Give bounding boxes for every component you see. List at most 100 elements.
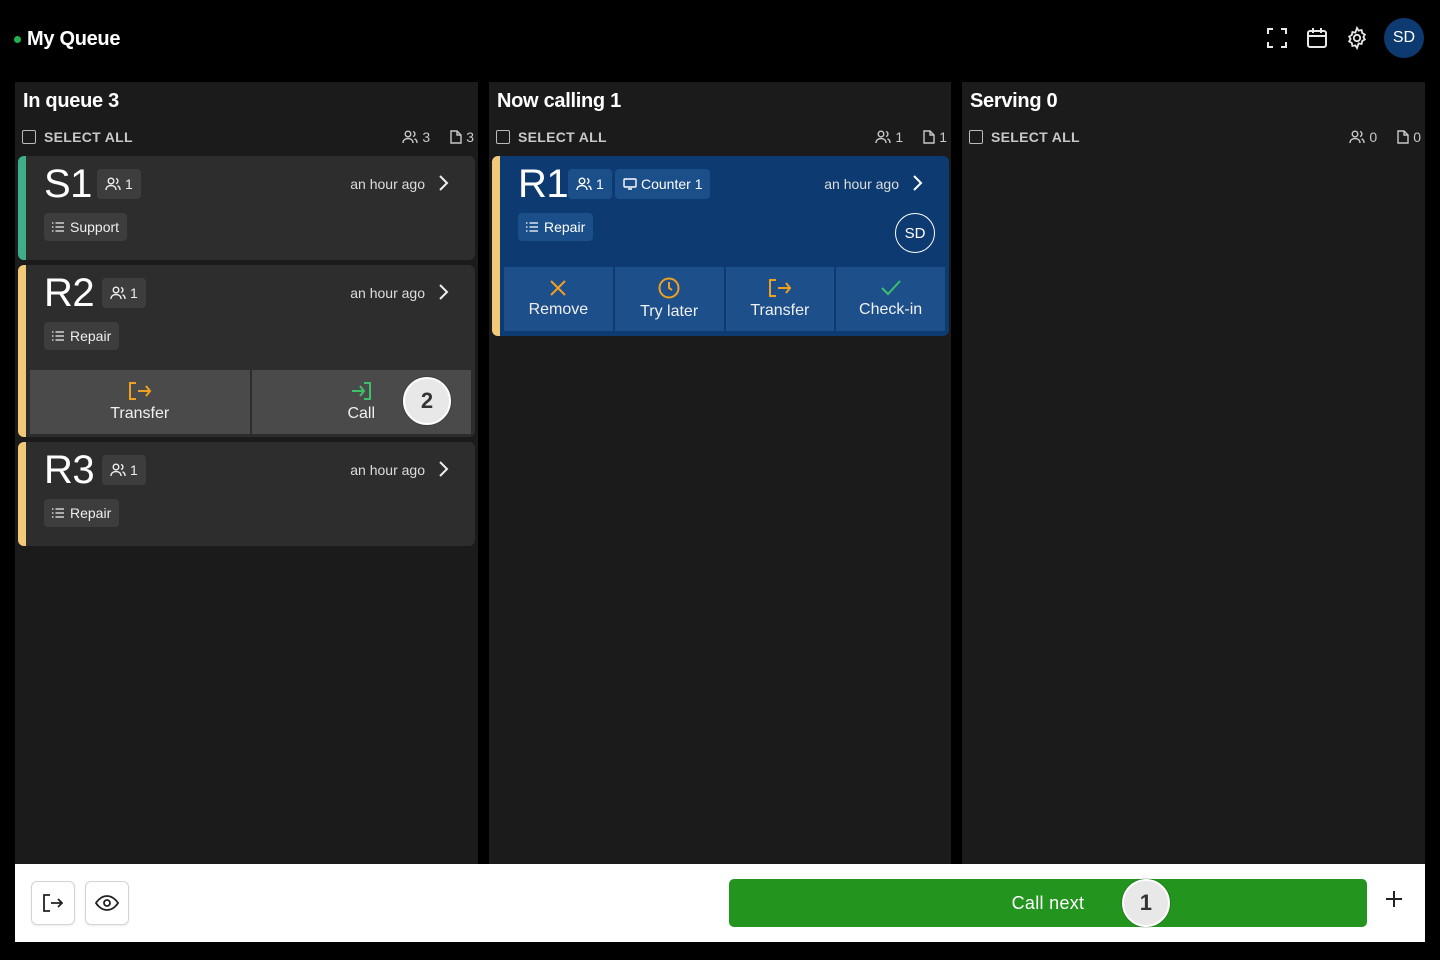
- remove-label: Remove: [528, 301, 589, 318]
- party-size: 1: [130, 285, 138, 301]
- header-actions: SD: [1264, 18, 1424, 58]
- transfer-button[interactable]: Transfer: [30, 370, 250, 434]
- call-in-icon: [352, 382, 372, 400]
- wait-time: an hour ago: [824, 176, 899, 192]
- ticket-card-r3[interactable]: R3 1 an hour ago Repair: [18, 442, 475, 546]
- list-icon: [52, 508, 64, 518]
- check-icon: [880, 280, 901, 296]
- people-icon: [1349, 130, 1366, 144]
- remove-button[interactable]: Remove: [504, 267, 613, 331]
- assignee-avatar: SD: [895, 213, 935, 253]
- select-all-checkbox[interactable]: [22, 130, 36, 144]
- bottom-bar: Call next 1: [15, 864, 1425, 942]
- service-name: Repair: [70, 505, 112, 521]
- party-size-chip: 1: [97, 169, 141, 199]
- step-badge: 2: [403, 377, 451, 425]
- counter-chip: Counter 1: [615, 169, 711, 199]
- document-icon: [923, 130, 935, 144]
- plus-icon[interactable]: [1385, 890, 1403, 908]
- column-now-calling: Now calling 1 SELECT ALL 1 1 R1 1 Counte…: [489, 82, 951, 864]
- try-later-button[interactable]: Try later: [614, 267, 724, 331]
- people-icon: [576, 177, 592, 191]
- document-icon: [1397, 130, 1409, 144]
- people-icon: [875, 130, 892, 144]
- check-in-label: Check-in: [859, 301, 923, 318]
- chevron-right-icon[interactable]: [437, 283, 449, 301]
- document-icon: [450, 130, 462, 144]
- ticket-card-r1[interactable]: R1 1 Counter 1 an hour ago Repair SD Rem…: [492, 156, 949, 336]
- ticket-code: R2: [44, 271, 95, 315]
- card-actions: Transfer Call 2: [30, 370, 471, 434]
- service-stripe: [18, 442, 26, 546]
- column-counts: 1 1: [875, 129, 947, 145]
- call-next-label: Call next: [1011, 892, 1085, 913]
- transfer-button[interactable]: Transfer: [725, 267, 835, 331]
- column-counts: 0 0: [1349, 129, 1421, 145]
- logout-button[interactable]: [31, 881, 75, 925]
- gear-icon[interactable]: [1344, 25, 1370, 51]
- clock-icon: [658, 277, 680, 299]
- column-title: Now calling 1: [497, 90, 621, 112]
- service-name: Support: [70, 219, 120, 235]
- ticket-count: 1: [939, 129, 947, 145]
- people-icon: [105, 177, 121, 191]
- status-dot: [14, 36, 21, 43]
- party-size: 1: [130, 462, 138, 478]
- transfer-icon: [128, 382, 152, 400]
- select-all-row: SELECT ALL 0 0: [969, 128, 1421, 146]
- visibility-button[interactable]: [85, 881, 129, 925]
- chevron-right-icon[interactable]: [911, 174, 923, 192]
- call-label: Call: [347, 405, 376, 422]
- party-size: 1: [596, 176, 604, 192]
- service-name: Repair: [70, 328, 112, 344]
- service-stripe: [18, 265, 26, 437]
- step-badge: 1: [1122, 879, 1170, 927]
- column-title: In queue 3: [23, 90, 119, 112]
- people-icon: [110, 286, 126, 300]
- service-chip: Repair: [44, 322, 120, 350]
- people-count: 0: [1369, 129, 1378, 145]
- fullscreen-icon[interactable]: [1264, 25, 1290, 51]
- check-in-button[interactable]: Check-in: [836, 267, 945, 331]
- chevron-right-icon[interactable]: [437, 460, 449, 478]
- wait-time: an hour ago: [350, 462, 425, 478]
- try-later-label: Try later: [640, 303, 699, 320]
- party-size-chip: 1: [102, 278, 146, 308]
- column-title: Serving 0: [970, 90, 1058, 112]
- service-stripe: [18, 156, 26, 260]
- page-title: My Queue: [27, 28, 121, 50]
- call-next-button[interactable]: Call next 1: [729, 879, 1367, 927]
- select-all-label[interactable]: SELECT ALL: [44, 129, 133, 145]
- call-button[interactable]: Call 2: [251, 370, 471, 434]
- monitor-icon: [623, 178, 637, 190]
- eye-icon: [95, 895, 119, 911]
- service-name: Repair: [544, 219, 586, 235]
- chevron-right-icon[interactable]: [437, 174, 449, 192]
- list-icon: [52, 222, 64, 232]
- wait-time: an hour ago: [350, 285, 425, 301]
- select-all-row: SELECT ALL 3 3: [22, 128, 474, 146]
- select-all-label[interactable]: SELECT ALL: [518, 129, 607, 145]
- avatar[interactable]: SD: [1384, 18, 1424, 58]
- select-all-checkbox[interactable]: [496, 130, 510, 144]
- transfer-label: Transfer: [110, 405, 170, 422]
- card-actions: Remove Try later Transfer Check-in: [504, 267, 945, 331]
- ticket-card-r2[interactable]: R2 1 an hour ago Repair Transfer Call 2: [18, 265, 475, 437]
- transfer-icon: [768, 279, 792, 297]
- select-all-label[interactable]: SELECT ALL: [991, 129, 1080, 145]
- party-size-chip: 1: [568, 169, 612, 199]
- wait-time: an hour ago: [350, 176, 425, 192]
- list-icon: [526, 222, 538, 232]
- ticket-code: R3: [44, 448, 95, 492]
- calendar-icon[interactable]: [1304, 25, 1330, 51]
- service-chip: Repair: [518, 213, 594, 241]
- select-all-checkbox[interactable]: [969, 130, 983, 144]
- column-in-queue: In queue 3 SELECT ALL 3 3 S1 1 an hour a…: [15, 82, 478, 864]
- logout-icon: [43, 894, 63, 912]
- column-counts: 3 3: [402, 129, 474, 145]
- ticket-count: 3: [466, 129, 474, 145]
- ticket-count: 0: [1413, 129, 1421, 145]
- ticket-code: R1: [518, 162, 569, 206]
- ticket-card-s1[interactable]: S1 1 an hour ago Support: [18, 156, 475, 260]
- select-all-row: SELECT ALL 1 1: [496, 128, 947, 146]
